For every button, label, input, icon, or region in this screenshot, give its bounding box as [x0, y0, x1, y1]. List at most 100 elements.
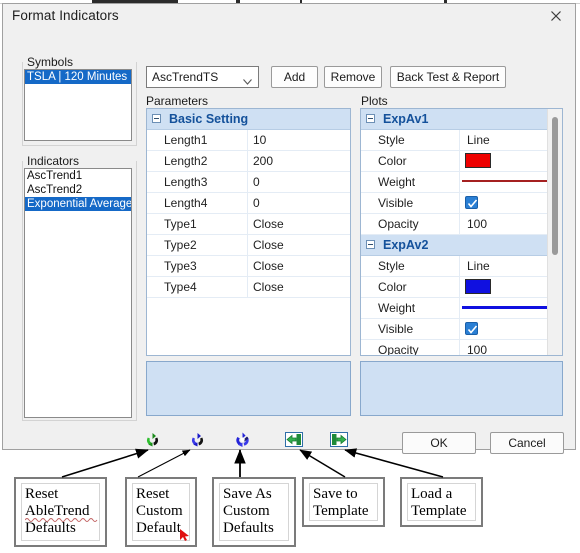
symbols-listbox[interactable]: TSLA | 120 Minutes — [24, 69, 132, 141]
table-row[interactable]: Visible — [361, 193, 562, 214]
parameter-value[interactable]: Close — [253, 235, 284, 255]
parameter-name: Type2 — [164, 238, 197, 252]
indicators-listbox[interactable]: AscTrend1 AscTrend2 Exponential Average — [24, 168, 132, 418]
parameters-group-name: Basic Setting — [169, 112, 249, 126]
table-row[interactable]: Type3 Close — [147, 256, 350, 277]
collapse-minus-icon[interactable] — [366, 240, 375, 249]
add-button[interactable]: Add — [271, 66, 318, 88]
reset-abletrend-defaults-icon[interactable] — [144, 431, 161, 448]
load-a-template-icon[interactable] — [330, 432, 348, 447]
table-row[interactable]: Visible — [361, 319, 562, 340]
plots-description-panel — [360, 361, 563, 416]
parameter-value[interactable]: 0 — [253, 193, 260, 213]
plot-property-name: Visible — [378, 196, 414, 210]
plot-property-name: Weight — [378, 175, 416, 189]
parameters-description-panel — [146, 361, 351, 416]
plot-property-name: Opacity — [378, 343, 419, 356]
table-row[interactable]: Type2 Close — [147, 235, 350, 256]
plots-scrollbar[interactable] — [547, 109, 562, 355]
parameter-name: Type3 — [164, 259, 197, 273]
table-row[interactable]: Color — [361, 151, 562, 172]
close-icon[interactable] — [543, 7, 569, 29]
table-row[interactable]: Opacity 100 — [361, 340, 562, 356]
callout-load-a-template: Load a Template — [400, 477, 483, 527]
plot-property-name: Visible — [378, 322, 414, 336]
list-item[interactable]: TSLA | 120 Minutes — [25, 70, 131, 84]
cancel-button[interactable]: Cancel — [490, 432, 564, 454]
dialog-titlebar: Format Indicators — [3, 4, 575, 32]
table-row[interactable]: Opacity 100 — [361, 214, 562, 235]
parameter-value[interactable]: 0 — [253, 172, 260, 192]
ok-button[interactable]: OK — [402, 432, 476, 454]
parameter-name: Length2 — [164, 154, 208, 168]
spellcheck-squiggle-icon — [25, 518, 98, 522]
parameter-name: Length1 — [164, 133, 208, 147]
list-item[interactable]: AscTrend2 — [25, 183, 131, 197]
parameter-value[interactable]: Close — [253, 277, 284, 297]
indicator-select[interactable]: AscTrendTS — [146, 66, 259, 88]
plots-panel-label: Plots — [361, 94, 388, 108]
reset-custom-default-icon[interactable] — [189, 431, 206, 448]
callout-line: Defaults — [223, 520, 274, 536]
callout-line: Custom — [223, 503, 270, 519]
parameter-value[interactable]: Close — [253, 214, 284, 234]
save-to-template-icon[interactable] — [285, 432, 303, 447]
plot-property-name: Color — [378, 154, 407, 168]
plots-group-header[interactable]: ExpAv1 — [361, 109, 562, 130]
parameter-name: Length4 — [164, 196, 208, 210]
plots-grid[interactable]: ExpAv1 Style Line Color Weight Visible Opacity… — [360, 108, 563, 356]
color-swatch[interactable] — [465, 279, 491, 294]
callout-save-to-template: Save to Template — [302, 477, 385, 527]
table-row[interactable]: Type4 Close — [147, 277, 350, 298]
table-row[interactable]: Type1 Close — [147, 214, 350, 235]
table-row[interactable]: Weight — [361, 298, 562, 319]
back-test-report-button[interactable]: Back Test & Report — [390, 66, 506, 88]
color-swatch[interactable] — [465, 153, 491, 168]
mouse-cursor-icon — [180, 529, 189, 541]
plots-group-header[interactable]: ExpAv2 — [361, 235, 562, 256]
remove-button[interactable]: Remove — [324, 66, 382, 88]
weight-line[interactable] — [462, 180, 558, 182]
parameter-value[interactable]: Close — [253, 256, 284, 276]
parameters-group-header[interactable]: Basic Setting — [147, 109, 350, 130]
collapse-minus-icon[interactable] — [152, 114, 161, 123]
table-row[interactable]: Weight — [361, 172, 562, 193]
chevron-down-icon — [243, 74, 252, 85]
callout-reset-abletrend-defaults: Reset AbleTrend Defaults — [14, 477, 107, 547]
plots-group-name: ExpAv1 — [383, 112, 429, 126]
callout-save-as-custom-defaults: Save As Custom Defaults — [212, 477, 296, 547]
plot-value[interactable]: 100 — [467, 340, 487, 355]
parameter-value[interactable]: 10 — [253, 130, 266, 150]
visible-checkbox[interactable] — [465, 322, 478, 335]
plot-value[interactable]: 100 — [467, 214, 487, 234]
table-row[interactable]: Style Line — [361, 256, 562, 277]
table-row[interactable]: Color — [361, 277, 562, 298]
save-as-custom-defaults-icon[interactable] — [234, 431, 251, 448]
parameter-value[interactable]: 200 — [253, 151, 273, 171]
table-row[interactable]: Length1 10 — [147, 130, 350, 151]
plot-property-name: Color — [378, 280, 407, 294]
table-row[interactable]: Style Line — [361, 130, 562, 151]
table-row[interactable]: Length4 0 — [147, 193, 350, 214]
callout-line: Template — [313, 503, 369, 519]
weight-line[interactable] — [462, 305, 558, 309]
list-item[interactable]: Exponential Average — [25, 197, 131, 211]
plot-value[interactable]: Line — [467, 256, 490, 276]
callout-line: Template — [411, 503, 467, 519]
plot-value[interactable]: Line — [467, 130, 490, 150]
plots-group-name: ExpAv2 — [383, 238, 429, 252]
parameter-name: Type4 — [164, 280, 197, 294]
table-row[interactable]: Length3 0 — [147, 172, 350, 193]
collapse-minus-icon[interactable] — [366, 114, 375, 123]
visible-checkbox[interactable] — [465, 196, 478, 209]
page-title: Format Indicators — [12, 8, 119, 23]
table-row[interactable]: Length2 200 — [147, 151, 350, 172]
plot-property-name: Style — [378, 259, 405, 273]
callout-reset-custom-default: Reset Custom Default — [125, 477, 197, 547]
plot-property-name: Opacity — [378, 217, 419, 231]
callout-line: Custom — [136, 503, 183, 519]
plots-scrollbar-thumb[interactable] — [552, 117, 558, 255]
callout-line: Save to — [313, 486, 358, 502]
list-item[interactable]: AscTrend1 — [25, 169, 131, 183]
parameters-grid[interactable]: Basic Setting Length1 10 Length2 200 Length3… — [146, 108, 351, 356]
